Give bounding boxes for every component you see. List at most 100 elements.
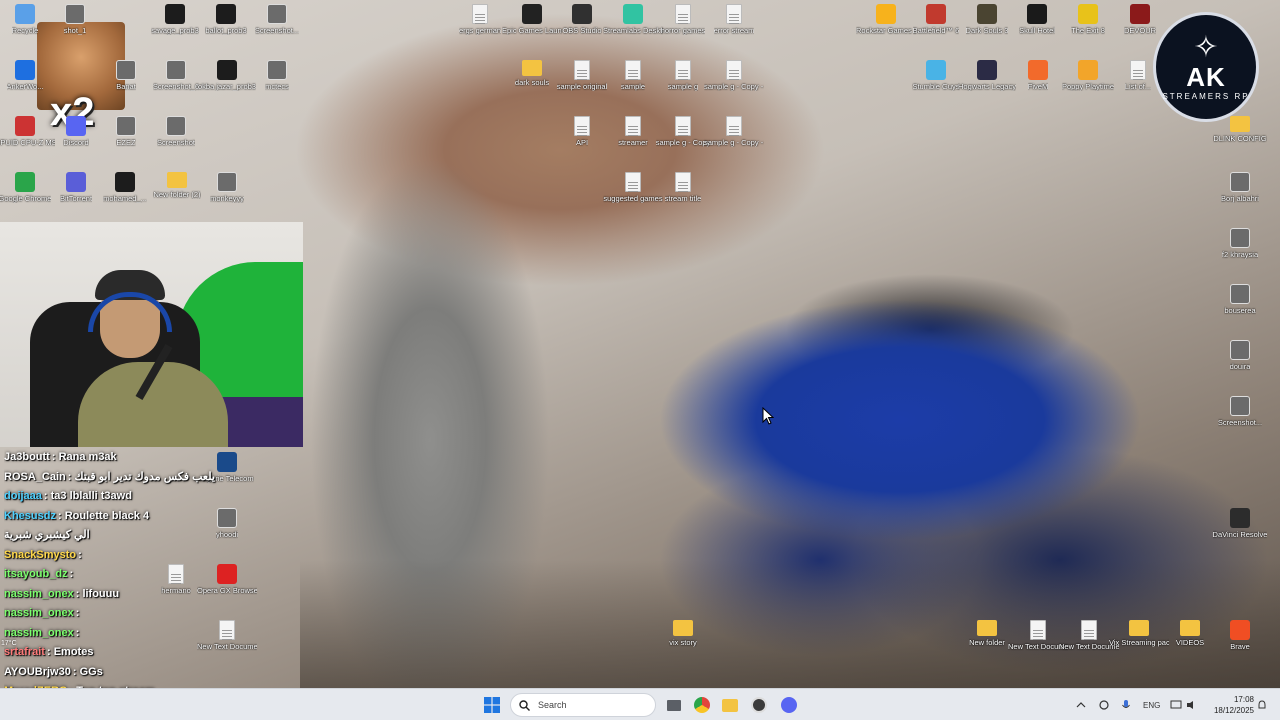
desktop-icon[interactable]: Borj albahri xyxy=(1210,172,1270,203)
desktop-icon[interactable]: monkeyyy xyxy=(197,172,257,203)
desktop-icon-label: error stream xyxy=(713,26,755,35)
desktop-icon-label: Google Chrome xyxy=(0,194,52,203)
desktop-icon-label: shot_1 xyxy=(63,26,87,35)
desktop-icon[interactable]: mohamed_... xyxy=(95,172,155,203)
desktop-icon[interactable]: vix story xyxy=(653,620,713,647)
text-file-icon xyxy=(1130,60,1146,80)
desktop-icon[interactable]: f2 khraysia xyxy=(1210,228,1270,259)
poppy-icon xyxy=(1078,60,1098,80)
tray-sync-icon[interactable] xyxy=(1098,689,1110,720)
desktop-icon-label: Borj albahri xyxy=(1221,194,1259,203)
chat-message: Ja3boutt: Rana m3ak xyxy=(4,448,304,468)
chat-message: doijaaa: ta3 lblalli t3awd xyxy=(4,487,304,507)
desktop-icon-label: sample g - Copy xyxy=(655,138,711,147)
text-file-icon xyxy=(675,4,691,24)
desktop-icon-label: EZEZ xyxy=(116,138,136,147)
desktop-icon-label: Skull Hotel xyxy=(1019,26,1055,35)
taskbar-file-explorer-button[interactable] xyxy=(662,693,686,717)
chat-username: itsayoub_dz xyxy=(4,568,68,580)
tray-network-icon[interactable] xyxy=(1170,689,1182,720)
desktop-icon[interactable]: Brave xyxy=(1210,620,1270,651)
text-file-icon xyxy=(675,116,691,136)
desktop-icon[interactable]: ergs german xyxy=(450,4,510,35)
desktop-icon[interactable]: Screenshot... xyxy=(247,4,307,35)
tray-volume-icon[interactable] xyxy=(1186,689,1198,720)
desktop-icon[interactable]: The Exit 8 xyxy=(1058,4,1118,35)
windows-logo-icon xyxy=(484,697,500,713)
desktop-icon-label: ergs german xyxy=(458,26,502,35)
taskbar-obs-button[interactable] xyxy=(747,693,771,717)
desktop-icon[interactable]: mctecs xyxy=(247,60,307,91)
desktop-icon[interactable]: douira xyxy=(1210,340,1270,371)
chat-username: nassim_onex xyxy=(4,587,74,600)
desktop-icon[interactable]: shot_1 xyxy=(45,4,105,35)
desktop-icon-label: Screenshot_6 xyxy=(152,82,200,91)
streamlabs-icon xyxy=(623,4,643,24)
desktop-icon-label: Screenshot xyxy=(157,138,195,147)
desktop-icon[interactable]: AnkerWo... xyxy=(0,60,55,91)
tray-microphone-icon[interactable] xyxy=(1121,689,1131,720)
taskbar-chrome-button[interactable] xyxy=(690,693,714,717)
chat-text: Rana m3ak xyxy=(58,451,117,463)
chat-text: Emotes xyxy=(53,646,94,658)
desktop-icon[interactable]: bouserea xyxy=(1210,284,1270,315)
image-file-icon xyxy=(116,60,136,80)
chat-message: ROSA_Cain: يلعب فكس مدوك تدير ابو قبتك xyxy=(4,468,304,488)
text-file-icon xyxy=(472,4,488,24)
text-file-icon xyxy=(1030,620,1046,640)
image-file-icon xyxy=(1230,228,1250,248)
image-file-icon xyxy=(1230,284,1250,304)
desktop-icon[interactable]: Screenshot... xyxy=(1210,396,1270,427)
chat-separator: : xyxy=(69,568,74,580)
desktop-icon[interactable]: DEVOUR xyxy=(1110,4,1170,35)
desktop-icon[interactable]: Screenshot xyxy=(146,116,206,147)
chat-separator: : xyxy=(78,548,82,561)
fivem-icon xyxy=(1028,60,1048,80)
desktop-icon[interactable]: sample g - Copy - Co... xyxy=(704,116,764,147)
image-file-icon xyxy=(166,116,186,136)
mouse-cursor-icon xyxy=(762,407,774,425)
desktop-icon-label: savage_prob3 xyxy=(151,26,199,35)
chat-separator: : xyxy=(57,509,65,522)
app-file-icon xyxy=(165,4,185,24)
webcam-overlay xyxy=(0,222,303,447)
chat-separator: : xyxy=(51,451,59,463)
desktop-icon-label: sample xyxy=(620,82,646,91)
chat-message: Khesusdz: Roulette black 4 xyxy=(4,507,304,527)
davinci-icon xyxy=(1230,508,1250,528)
desktop-icon-label: Banat xyxy=(116,82,136,91)
desktop-icon-label: douira xyxy=(1229,362,1251,371)
chat-username: srtafrait xyxy=(4,646,45,658)
image-file-icon xyxy=(1230,340,1250,360)
notification-bell-icon[interactable] xyxy=(1257,689,1267,720)
language-indicator[interactable]: ENG xyxy=(1143,689,1160,720)
desktop-icon-label: BitTorrent xyxy=(59,194,93,203)
text-file-icon xyxy=(574,116,590,136)
chat-overlay: Ja3boutt: Rana m3ak ROSA_Cain: يلعب فكس م… xyxy=(4,448,304,720)
folder-icon xyxy=(722,698,738,712)
obs-icon xyxy=(751,697,767,713)
image-file-icon xyxy=(267,60,287,80)
tray-chevron-up-icon[interactable] xyxy=(1076,689,1086,720)
discord-icon xyxy=(66,116,86,136)
desktop-icon[interactable]: DaVinci Resolve xyxy=(1210,508,1270,539)
chat-message: itsayoub_dz: xyxy=(4,565,304,585)
taskbar-folder-button[interactable] xyxy=(718,693,742,717)
image-file-icon xyxy=(1230,172,1250,192)
desktop-icon-label: dark souls xyxy=(514,78,550,87)
taskbar-search-box[interactable]: Search xyxy=(510,693,656,717)
taskbar-clock[interactable]: 17:08 18/12/2025 xyxy=(1204,694,1254,716)
desktop-icon-label: Dark Souls 3 xyxy=(965,26,1009,35)
chat-message: AYOUBrjw30: GGs xyxy=(4,663,304,683)
desktop-icon[interactable]: sample g - Copy - Copy xyxy=(704,60,764,91)
desktop-icon-label: New folder (2) xyxy=(153,190,201,199)
taskbar-discord-button[interactable] xyxy=(777,693,801,717)
chat-text: ta3 lblalli t3awd xyxy=(50,490,132,502)
desktop-icon[interactable]: error stream xyxy=(704,4,764,35)
hogwarts-icon xyxy=(977,60,997,80)
desktop-icon[interactable]: stream title xyxy=(653,172,713,203)
image-file-icon xyxy=(1230,396,1250,416)
start-button[interactable] xyxy=(480,693,504,717)
weather-readout: 17°C xyxy=(1,640,17,647)
desktop-icon-label: bouserea xyxy=(1224,306,1256,315)
